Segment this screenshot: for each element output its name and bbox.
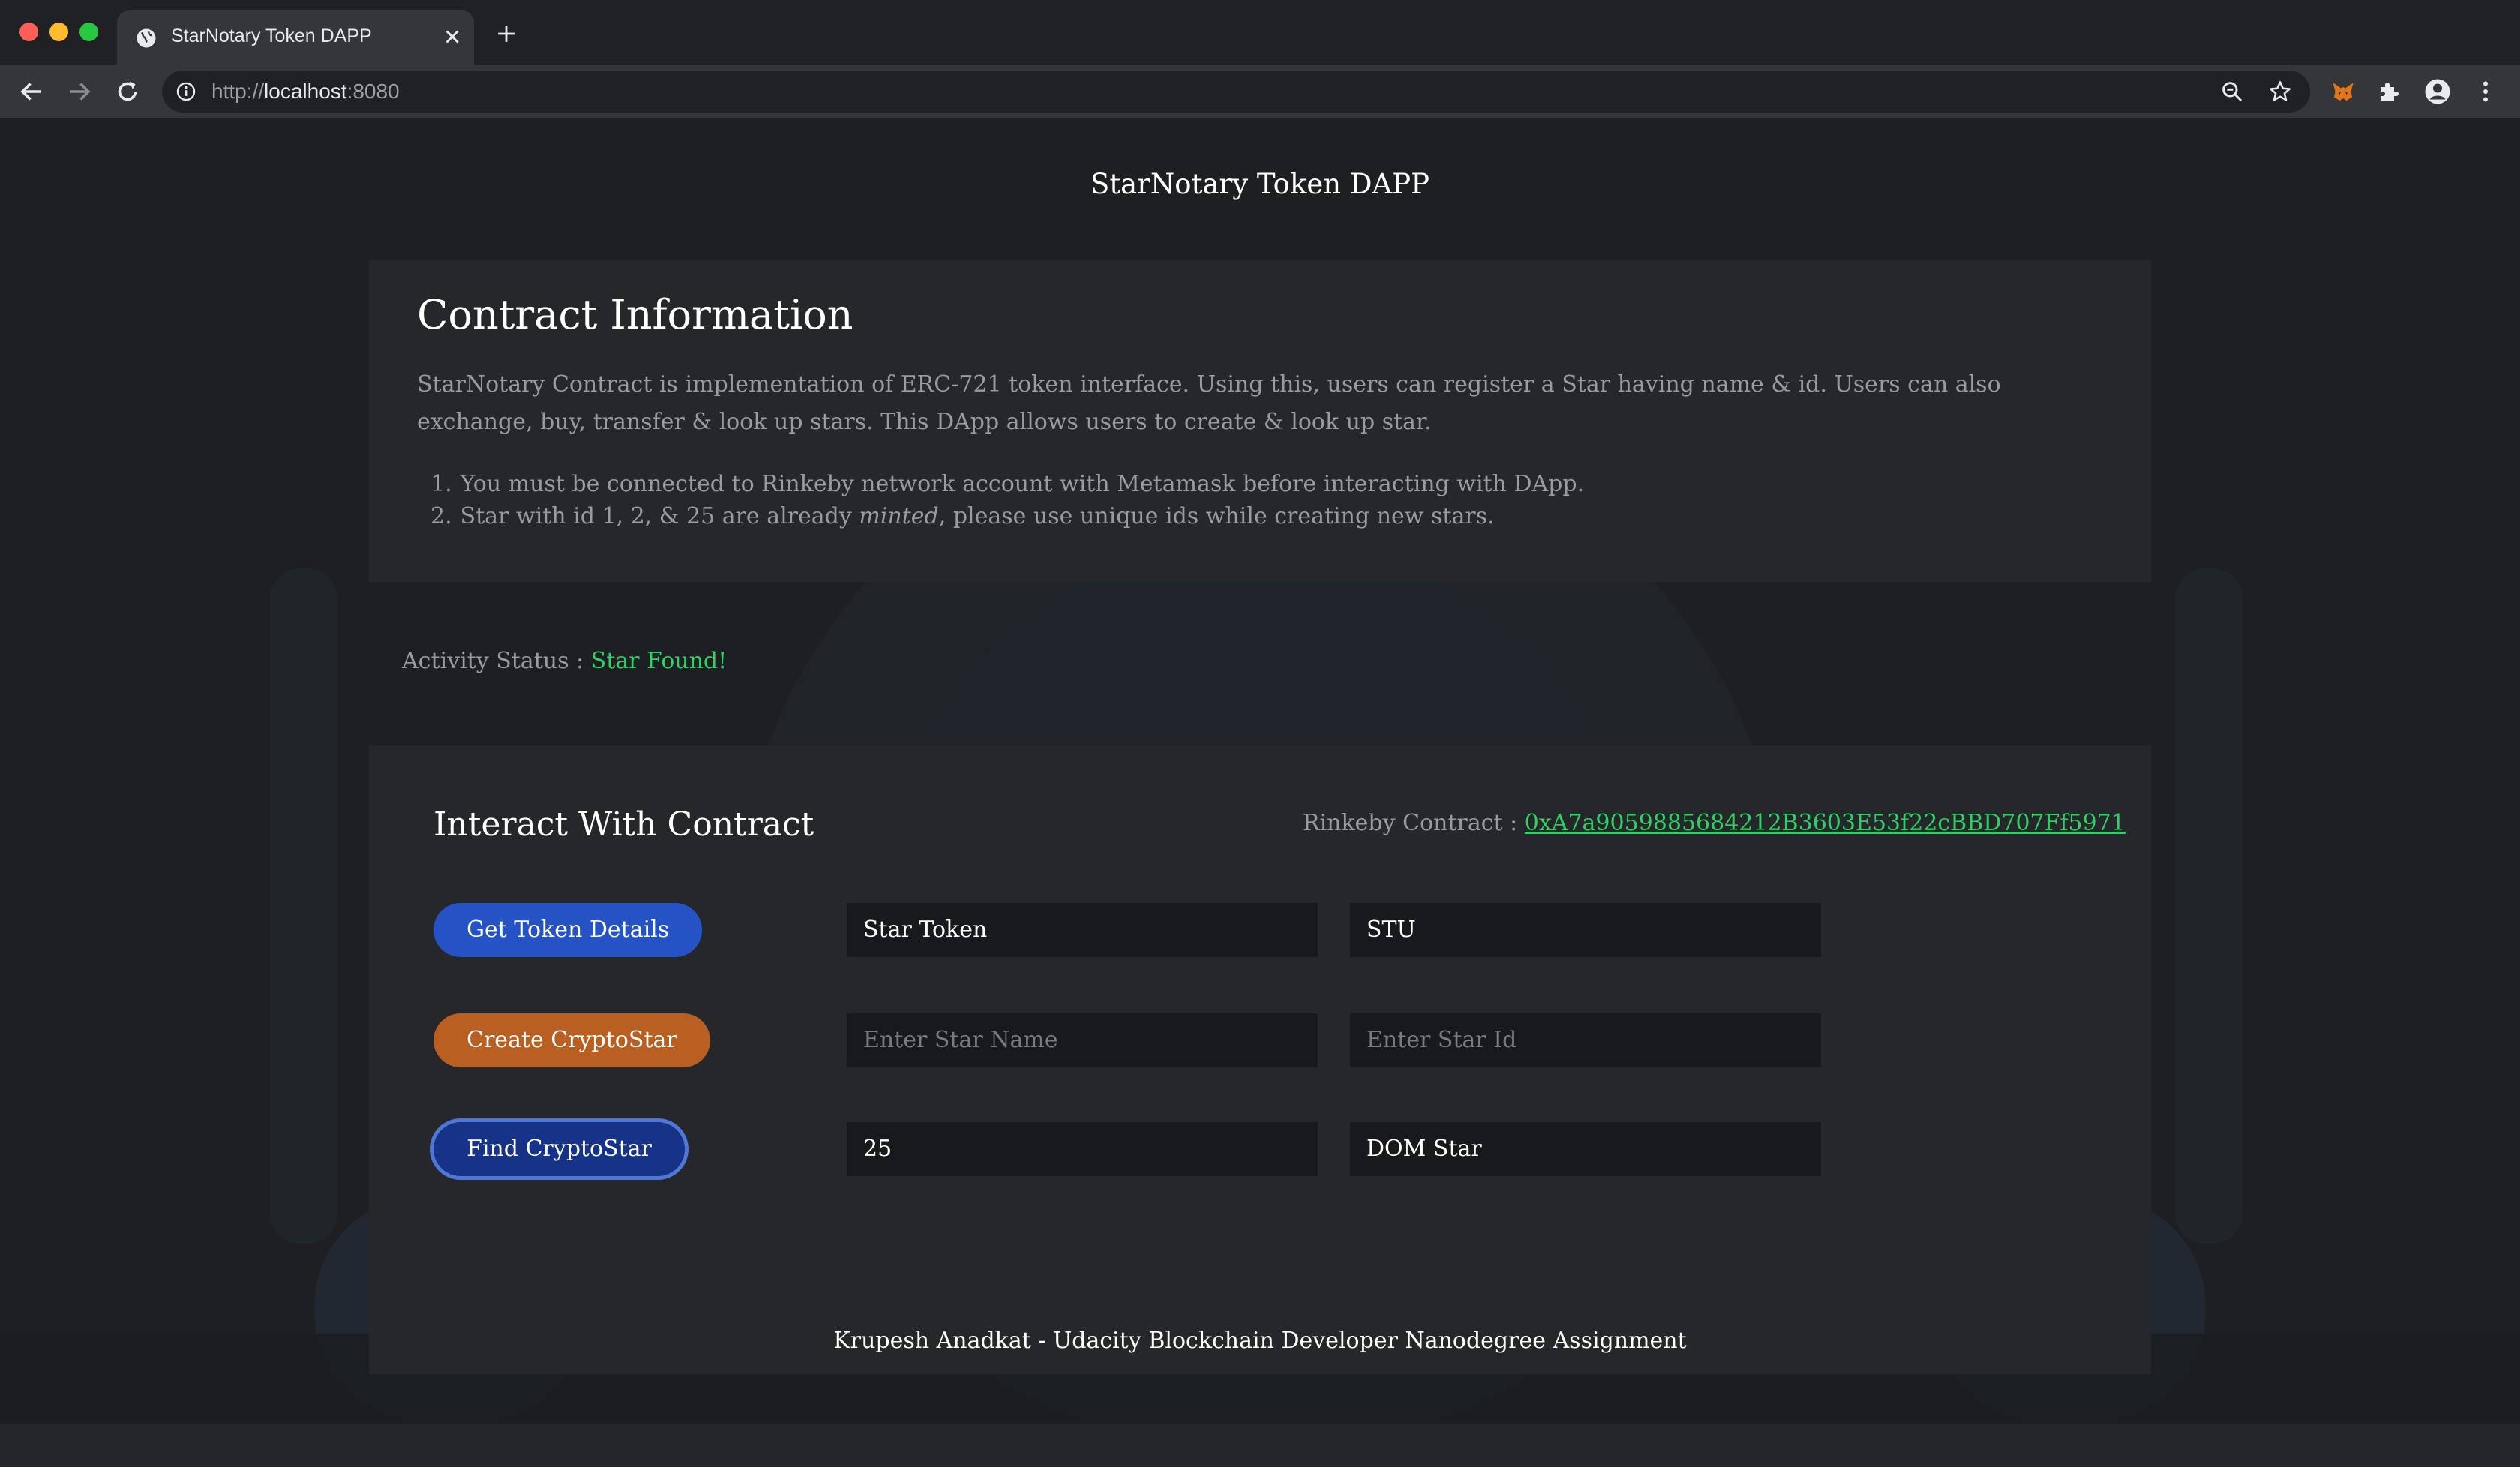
bookmark-star-icon[interactable] [2268, 80, 2292, 104]
find-cryptostar-button[interactable]: Find CryptoStar [434, 1122, 685, 1176]
url-scheme: http:// [212, 80, 265, 103]
window-minimize-button[interactable] [50, 22, 68, 41]
address-bar[interactable]: http://localhost:8080 [162, 70, 2310, 112]
list-item-text-pre: Star with id 1, 2, & 25 are already [460, 503, 860, 530]
page-bottom-strip [0, 1424, 2520, 1467]
page-viewport: StarNotary Token DAPP Contract Informati… [0, 118, 2520, 1424]
footer-credit: Krupesh Anadkat - Udacity Blockchain Dev… [833, 1328, 1687, 1354]
list-item-number: 1. [430, 471, 452, 497]
kebab-menu-icon[interactable] [2472, 78, 2499, 105]
window-close-button[interactable] [20, 22, 38, 41]
zoom-icon[interactable] [2220, 80, 2244, 104]
forward-arrow-icon[interactable] [66, 78, 93, 105]
close-icon[interactable] [441, 26, 464, 48]
globe-icon [136, 28, 156, 48]
reload-icon[interactable] [114, 78, 141, 105]
profile-avatar-icon[interactable] [2424, 78, 2451, 105]
window-maximize-button[interactable] [80, 22, 98, 41]
contract-information-card: Contract Information StarNotary Contract… [369, 260, 2151, 582]
contract-address-link[interactable]: 0xA7a9059885684212B3603E53f22cBBD707Ff59… [1525, 810, 2126, 836]
get-token-details-button[interactable]: Get Token Details [434, 903, 703, 957]
contract-address-label: Rinkeby Contract : [1303, 810, 1525, 836]
interact-card: Interact With Contract Rinkeby Contract … [369, 746, 2151, 1374]
extensions-puzzle-icon[interactable] [2376, 78, 2403, 105]
interact-heading: Interact With Contract [434, 806, 814, 844]
tab-title: StarNotary Token DAPP [171, 26, 372, 46]
site-title: StarNotary Token DAPP [1090, 168, 1430, 200]
url-port: :8080 [346, 80, 400, 103]
back-arrow-icon[interactable] [18, 78, 45, 105]
url-text[interactable]: http://localhost:8080 [212, 80, 400, 104]
contract-description: StarNotary Contract is implementation of… [417, 371, 2001, 435]
star-name-input[interactable]: Enter Star Name [847, 1013, 1318, 1067]
list-item-number: 2. [430, 503, 452, 530]
info-icon[interactable] [176, 81, 196, 102]
list-item-text-post: , please use unique ids while creating n… [938, 503, 1495, 530]
contract-information-heading: Contract Information [417, 291, 854, 338]
browser-tab-active[interactable]: StarNotary Token DAPP [117, 10, 474, 64]
metamask-fox-icon[interactable] [2330, 78, 2356, 105]
contract-address-line: Rinkeby Contract : 0xA7a9059885684212B36… [1303, 810, 2126, 836]
new-tab-plus-icon[interactable] [496, 24, 516, 44]
activity-status-value: Star Found! [590, 648, 728, 674]
create-cryptostar-button[interactable]: Create CryptoStar [434, 1013, 710, 1067]
url-host: localhost [264, 80, 347, 103]
browser-toolbar: http://localhost:8080 [0, 64, 2520, 118]
contract-notes-list: 1. You must be connected to Rinkeby netw… [430, 468, 1584, 532]
browser-tab-bar: StarNotary Token DAPP [0, 0, 2520, 64]
list-item-text: You must be connected to Rinkeby network… [460, 471, 1585, 497]
token-name-field[interactable]: Star Token [847, 903, 1318, 957]
found-star-name-field[interactable]: DOM Star [1350, 1122, 1821, 1176]
list-item: 2. Star with id 1, 2, & 25 are already m… [430, 500, 1584, 532]
activity-status: Activity Status : Star Found! [402, 648, 727, 674]
activity-status-label: Activity Status : [402, 648, 591, 674]
star-id-input[interactable]: Enter Star Id [1350, 1013, 1821, 1067]
token-symbol-field[interactable]: STU [1350, 903, 1821, 957]
lookup-star-id-input[interactable]: 25 [847, 1122, 1318, 1176]
list-item-emphasis: minted [859, 503, 939, 530]
list-item: 1. You must be connected to Rinkeby netw… [430, 468, 1584, 500]
